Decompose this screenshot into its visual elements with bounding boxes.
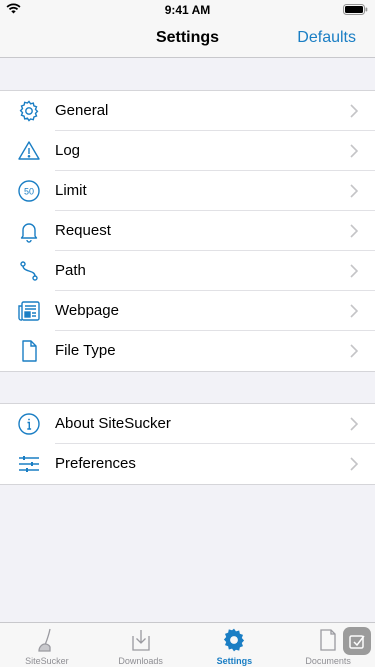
settings-row-limit[interactable]: 50 Limit <box>0 171 375 211</box>
status-time: 9:41 AM <box>164 3 211 17</box>
chevron-right-icon <box>350 184 359 198</box>
settings-row-log[interactable]: Log <box>0 131 375 171</box>
settings-row-label: Request <box>55 222 111 239</box>
chevron-right-icon <box>350 104 359 118</box>
chevron-right-icon <box>350 344 359 358</box>
tab-sitesucker[interactable]: SiteSucker <box>0 623 94 667</box>
path-icon <box>17 259 41 283</box>
limit-50-icon: 50 <box>17 179 41 203</box>
tab-label: Documents <box>305 656 351 666</box>
gear-icon <box>17 99 41 123</box>
settings-row-about[interactable]: About SiteSucker <box>0 404 375 444</box>
settings-row-label: File Type <box>55 342 116 359</box>
warning-icon <box>17 139 41 163</box>
navigation-bar: Settings Defaults <box>0 20 375 58</box>
settings-row-file-type[interactable]: File Type <box>0 331 375 371</box>
tab-bar: SiteSucker Downloads Settings Documents <box>0 622 375 667</box>
chevron-right-icon <box>350 264 359 278</box>
tab-label: SiteSucker <box>25 656 69 666</box>
status-bar: 9:41 AM <box>0 0 375 20</box>
tab-settings[interactable]: Settings <box>188 623 282 667</box>
app-overlay-badge <box>343 627 371 655</box>
chevron-right-icon <box>350 304 359 318</box>
tab-label: Settings <box>216 656 253 666</box>
chevron-right-icon <box>350 224 359 238</box>
document-icon <box>17 339 41 363</box>
info-icon <box>17 412 41 436</box>
settings-row-label: General <box>55 102 109 119</box>
settings-row-label: Path <box>55 262 86 279</box>
gear-icon <box>221 627 247 653</box>
vacuum-icon <box>34 627 60 653</box>
settings-row-general[interactable]: General <box>0 91 375 131</box>
webpage-icon <box>17 299 41 323</box>
settings-row-label: About SiteSucker <box>55 415 171 432</box>
chevron-right-icon <box>350 417 359 431</box>
battery-icon <box>343 4 368 18</box>
defaults-button[interactable]: Defaults <box>297 29 356 47</box>
settings-row-label: Preferences <box>55 455 136 472</box>
chevron-right-icon <box>350 457 359 471</box>
settings-row-path[interactable]: Path <box>0 251 375 291</box>
settings-row-webpage[interactable]: Webpage <box>0 291 375 331</box>
sliders-icon <box>17 452 41 476</box>
settings-group-app: About SiteSucker Preferences <box>0 403 375 485</box>
screen: 9:41 AM Settings Defaults General Log 50… <box>0 0 375 667</box>
settings-row-preferences[interactable]: Preferences <box>0 444 375 484</box>
documents-icon <box>315 627 341 653</box>
settings-row-request[interactable]: Request <box>0 211 375 251</box>
settings-group-main: General Log 50 Limit Request Path Webpag… <box>0 90 375 372</box>
tab-label: Downloads <box>118 656 163 666</box>
download-icon <box>128 627 154 653</box>
tab-downloads[interactable]: Downloads <box>94 623 188 667</box>
settings-row-label: Log <box>55 142 81 159</box>
chevron-right-icon <box>350 144 359 158</box>
limit-icon-text: 50 <box>24 187 34 197</box>
bell-icon <box>17 219 41 243</box>
settings-row-label: Webpage <box>55 302 119 319</box>
settings-row-label: Limit <box>55 182 87 199</box>
